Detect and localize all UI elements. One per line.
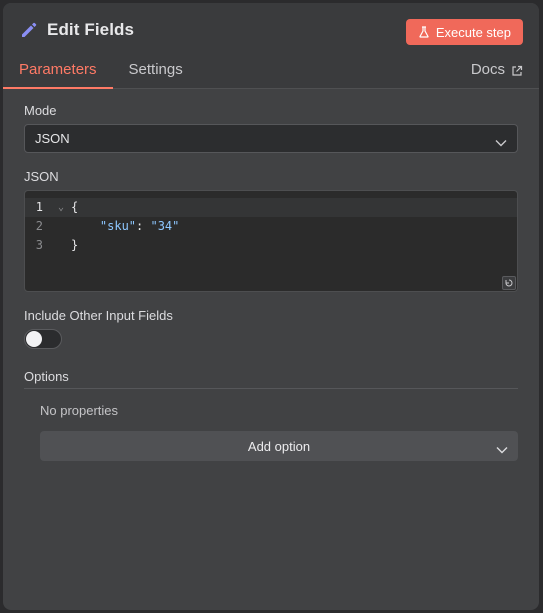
code-line: 1 ⌄ { (25, 198, 517, 217)
add-option-label: Add option (247, 438, 311, 454)
mode-label: Mode (24, 103, 57, 118)
resize-icon[interactable] (502, 276, 516, 290)
line-number: 2 (35, 219, 43, 233)
code-line: 2 "sku": "34" (25, 217, 517, 236)
node-settings-panel: Edit Fields Execute step Parameters Sett… (3, 3, 539, 610)
no-properties-text: No properties (40, 403, 119, 418)
docs-label: Docs (470, 61, 505, 78)
json-key: "sku" (99, 219, 137, 233)
fold-chevron-icon[interactable]: ⌄ (51, 198, 71, 217)
toggle-knob (26, 331, 42, 347)
include-other-toggle[interactable] (24, 329, 62, 349)
code-text: } (71, 238, 79, 252)
execute-step-label: Execute step (435, 24, 511, 40)
title-row: Edit Fields (19, 20, 134, 40)
code-text: "sku": "34" (71, 217, 179, 236)
json-separator: : (136, 219, 151, 233)
include-other-label: Include Other Input Fields (24, 308, 173, 323)
json-label: JSON (24, 169, 59, 184)
pencil-icon (19, 20, 39, 40)
line-number: 1 (35, 200, 43, 214)
chevron-down-icon (495, 135, 507, 146)
mode-value: JSON (35, 131, 70, 146)
panel-header: Edit Fields Execute step Parameters Sett… (3, 3, 539, 89)
parameters-content: Mode JSON JSON 1 ⌄ { 2 "sku": "34" 3 } I… (3, 89, 539, 461)
tab-bar: Parameters Settings (3, 61, 199, 89)
code-line: 3 } (25, 236, 517, 255)
execute-step-button[interactable]: Execute step (405, 19, 523, 45)
code-text: { (71, 200, 79, 214)
tab-settings[interactable]: Settings (113, 61, 199, 89)
node-title: Edit Fields (47, 20, 135, 39)
tab-parameters[interactable]: Parameters (3, 61, 113, 89)
json-editor[interactable]: 1 ⌄ { 2 "sku": "34" 3 } (24, 190, 518, 292)
line-number: 3 (35, 238, 43, 252)
flask-icon (418, 26, 430, 38)
json-value: "34" (150, 219, 180, 233)
docs-link[interactable]: Docs (471, 61, 523, 78)
mode-select[interactable]: JSON (24, 124, 518, 153)
external-link-icon (511, 64, 523, 76)
chevron-down-icon (496, 442, 508, 454)
add-option-button[interactable]: Add option (40, 431, 518, 461)
options-header: Options (24, 369, 518, 389)
